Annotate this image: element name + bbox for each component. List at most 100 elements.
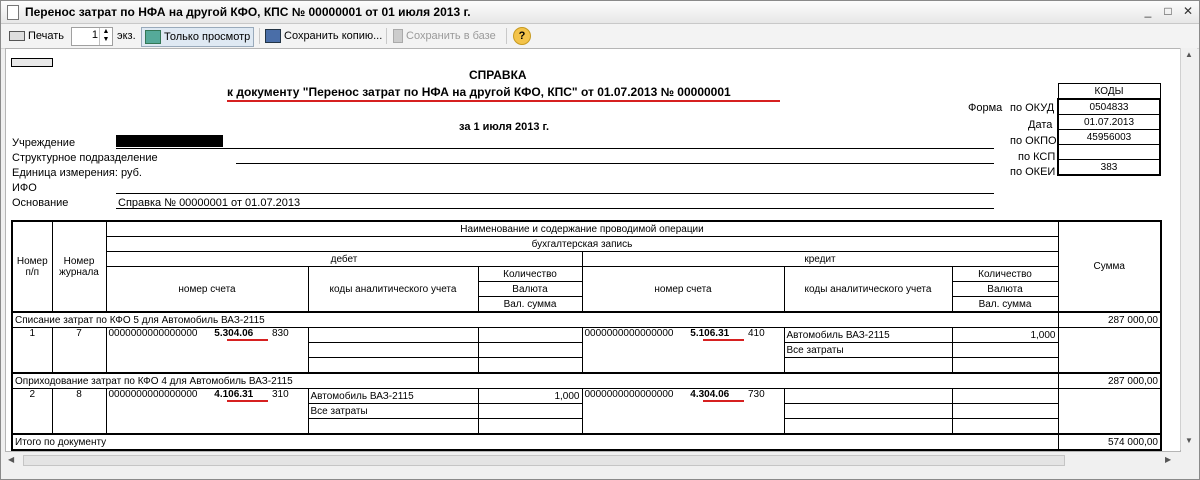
print-button[interactable]: Печать: [9, 27, 64, 45]
debit-kosgu: 310: [271, 389, 289, 400]
row-num: 2: [11, 388, 53, 435]
credit-analytics-1: [783, 388, 953, 404]
credit-analytics-3: [783, 357, 953, 374]
debit-account: 0000000000000000: [108, 328, 198, 339]
credit-account: 0000000000000000: [584, 328, 674, 339]
annotation-underline: [227, 100, 780, 102]
okud-value: 0504833: [1057, 98, 1161, 115]
credit-currency: [951, 342, 1059, 358]
credit-account-cell: 0000000000000000 4.304.06 730: [581, 388, 785, 435]
col-sum: Сумма: [1057, 220, 1162, 313]
edit-icon: [145, 30, 161, 45]
debit-analytics-3: [307, 357, 479, 374]
col-debit-account: номер счета: [105, 266, 309, 313]
save-copy-button[interactable]: Сохранить копию...: [265, 27, 382, 45]
credit-analytics-1: Автомобиль ВАЗ-2115: [783, 327, 953, 343]
printer-icon: [9, 31, 25, 42]
credit-currency: [951, 403, 1059, 419]
vertical-scrollbar[interactable]: ▲ ▼: [1180, 48, 1197, 450]
copies-value: 1: [91, 29, 98, 41]
credit-analytics-3: [783, 418, 953, 435]
okei-label: по ОКЕИ: [1010, 166, 1056, 178]
col-credit-currency: Валюта: [951, 281, 1059, 297]
credit-analytics-2: [783, 403, 953, 419]
minimize-button[interactable]: _: [1141, 5, 1155, 18]
okud-label: по ОКУД: [1010, 102, 1055, 114]
credit-qty: [951, 388, 1059, 404]
col-credit-qty: Количество: [951, 266, 1059, 282]
debit-analytics-2: [307, 342, 479, 358]
scroll-left-icon[interactable]: ◀: [8, 455, 14, 464]
horizontal-scrollbar[interactable]: ◀ ▶: [5, 452, 1179, 468]
credit-account-cell: 0000000000000000 5.106.31 410: [581, 327, 785, 374]
group-title: Списание затрат по КФО 5 для Автомобиль …: [11, 311, 1059, 328]
scroll-thumb[interactable]: [23, 455, 1065, 466]
debit-analytics-2: Все затраты: [307, 403, 479, 419]
date-label: Дата: [1028, 119, 1053, 131]
scroll-down-icon[interactable]: ▼: [1185, 436, 1193, 445]
scroll-right-icon[interactable]: ▶: [1165, 455, 1171, 464]
institution-label: Учреждение: [12, 137, 76, 149]
row-sum: [1057, 388, 1162, 435]
close-button[interactable]: ✕: [1181, 5, 1195, 18]
view-only-toggle[interactable]: Только просмотр: [141, 27, 255, 47]
report-marker: [11, 58, 53, 67]
print-label: Печать: [28, 30, 65, 42]
institution-redacted: [116, 135, 223, 147]
floppy-icon: [265, 29, 281, 44]
debit-qty: [477, 327, 583, 343]
save-db-label: Сохранить в базе: [406, 30, 496, 42]
maximize-button[interactable]: □: [1161, 5, 1175, 18]
field-underline: [116, 193, 994, 194]
debit-kosgu: 830: [271, 328, 289, 339]
row-journal: 7: [51, 327, 107, 374]
col-debit-qty: Количество: [477, 266, 583, 282]
okpo-value: 45956003: [1057, 129, 1161, 145]
toolbar-separator: [506, 28, 507, 44]
ksp-value: [1057, 144, 1161, 160]
debit-code: 4.106.31: [214, 389, 254, 400]
database-save-icon: [393, 29, 403, 44]
col-credit-account: номер счета: [581, 266, 785, 313]
debit-analytics-1: [307, 327, 479, 343]
field-underline: [236, 163, 994, 164]
col-operation: Наименование и содержание проводимой опе…: [105, 220, 1059, 237]
title-bar: Перенос затрат по НФА на другой КФО, КПС…: [1, 1, 1199, 24]
report-heading: СПРАВКА: [469, 68, 527, 82]
col-debit-cur-sum: Вал. сумма: [477, 296, 583, 313]
copies-stepper[interactable]: 1 ▲ ▼: [71, 27, 113, 46]
ksp-label: по КСП: [1018, 151, 1056, 163]
debit-account-cell: 0000000000000000 4.106.31 310: [105, 388, 309, 435]
row-journal: 8: [51, 388, 107, 435]
total-value: 574 000,00: [1057, 433, 1162, 451]
stepper-arrows-icon[interactable]: ▲ ▼: [99, 28, 112, 45]
scroll-up-icon[interactable]: ▲: [1185, 50, 1193, 59]
col-credit-cur-sum: Вал. сумма: [951, 296, 1059, 313]
help-button[interactable]: ?: [513, 27, 531, 45]
col-credit: кредит: [581, 251, 1059, 267]
division-label: Структурное подразделение: [12, 152, 158, 164]
credit-account: 0000000000000000: [584, 389, 674, 400]
credit-code: 4.304.06: [690, 389, 730, 400]
total-label: Итого по документу: [11, 433, 1059, 451]
unit-label: Единица измерения: руб.: [12, 167, 142, 179]
form-label: Форма: [968, 102, 1003, 114]
col-num: Номер п/п: [11, 220, 53, 313]
toolbar-separator: [386, 28, 387, 44]
save-db-button[interactable]: Сохранить в базе: [393, 27, 496, 45]
group-title: Оприходование затрат по КФО 4 для Автомо…: [11, 372, 1059, 389]
debit-analytics-1: Автомобиль ВАЗ-2115: [307, 388, 479, 404]
annotation-underline: [227, 339, 268, 341]
debit-account-cell: 0000000000000000 5.304.06 830: [105, 327, 309, 374]
annotation-underline: [703, 339, 744, 341]
basis-label: Основание: [12, 197, 69, 209]
toolbar-separator: [259, 28, 260, 44]
debit-currency: [477, 342, 583, 358]
debit-currency: [477, 403, 583, 419]
debit-cur-sum: [477, 418, 583, 435]
operations-table: Номер п/п Номер журнала Наименование и с…: [11, 220, 1162, 451]
okpo-label: по ОКПО: [1010, 135, 1057, 147]
credit-cur-sum: [951, 418, 1059, 435]
date-value: 01.07.2013: [1057, 114, 1161, 130]
debit-analytics-3: [307, 418, 479, 435]
